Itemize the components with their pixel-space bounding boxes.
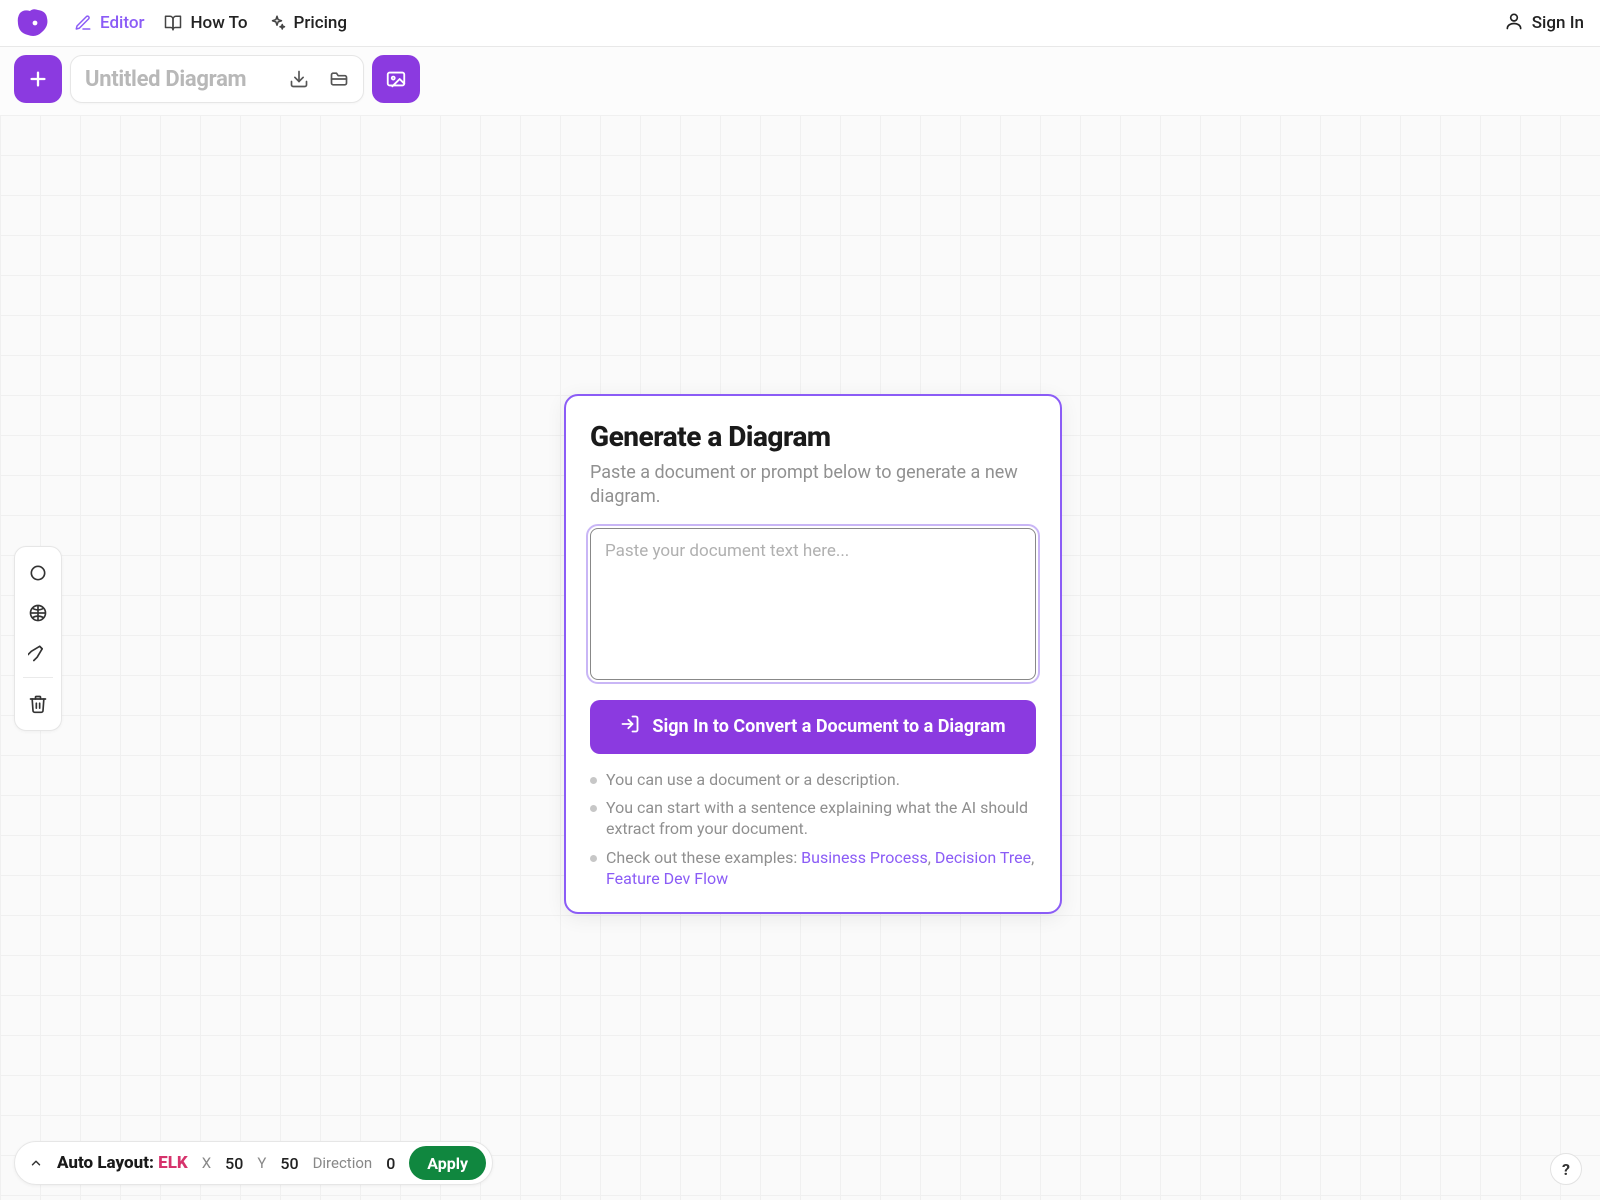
expand-autolayout[interactable] — [29, 1156, 43, 1170]
x-value[interactable]: 50 — [225, 1154, 243, 1173]
download-button[interactable] — [289, 69, 309, 89]
sub-toolbar: Untitled Diagram — [14, 55, 420, 103]
nav-howto[interactable]: How To — [164, 13, 247, 33]
document-textarea[interactable] — [590, 528, 1036, 680]
convert-signin-label: Sign In to Convert a Document to a Diagr… — [652, 716, 1005, 737]
panel-subtitle: Paste a document or prompt below to gene… — [590, 461, 1036, 510]
example-link-decision-tree[interactable]: Decision Tree — [935, 848, 1031, 867]
tip-item: You can start with a sentence explaining… — [590, 798, 1036, 840]
nav-howto-label: How To — [190, 13, 247, 33]
nav-pricing[interactable]: Pricing — [268, 13, 348, 33]
x-label: X — [202, 1154, 211, 1172]
nav-pricing-label: Pricing — [294, 13, 348, 33]
y-label: Y — [257, 1154, 266, 1172]
paint-tool[interactable] — [20, 635, 56, 671]
grid-icon — [28, 603, 48, 623]
generate-diagram-panel: Generate a Diagram Paste a document or p… — [564, 394, 1062, 914]
folder-icon — [329, 69, 349, 89]
direction-label: Direction — [313, 1154, 373, 1172]
example-link-business-process[interactable]: Business Process — [801, 848, 928, 867]
export-image-button[interactable] — [372, 55, 420, 103]
nav-signin[interactable]: Sign In — [1504, 11, 1584, 36]
divider — [23, 677, 53, 678]
grid-tool[interactable] — [20, 595, 56, 631]
example-link-feature-dev-flow[interactable]: Feature Dev Flow — [606, 869, 728, 888]
diagram-title[interactable]: Untitled Diagram — [85, 67, 275, 92]
logo[interactable] — [16, 8, 50, 38]
side-tool-strip — [14, 546, 62, 731]
help-button[interactable]: ? — [1550, 1153, 1582, 1185]
download-icon — [289, 69, 309, 89]
direction-value[interactable]: 0 — [386, 1154, 395, 1173]
tip-prefix: Check out these examples: — [606, 848, 801, 867]
book-icon — [164, 14, 182, 32]
shape-tool[interactable] — [20, 555, 56, 591]
nav-signin-label: Sign In — [1532, 13, 1584, 33]
panel-title: Generate a Diagram — [590, 420, 1036, 453]
autolayout-label: Auto Layout: — [57, 1153, 154, 1173]
image-icon — [385, 68, 407, 90]
enter-icon — [620, 714, 640, 739]
open-folder-button[interactable] — [329, 69, 349, 89]
tips-list: You can use a document or a description.… — [590, 770, 1036, 890]
nav-editor[interactable]: Editor — [74, 13, 144, 33]
plus-icon — [27, 68, 49, 90]
new-diagram-button[interactable] — [14, 55, 62, 103]
tip-item: You can use a document or a description. — [590, 770, 1036, 791]
paint-icon — [28, 643, 48, 663]
nav-links: Editor How To Pricing — [74, 13, 347, 33]
auto-layout-bar: Auto Layout: ELK X 50 Y 50 Direction 0 A… — [14, 1141, 493, 1185]
apply-button[interactable]: Apply — [409, 1146, 486, 1180]
delete-tool[interactable] — [20, 686, 56, 722]
user-icon — [1504, 11, 1524, 36]
pencil-icon — [74, 14, 92, 32]
convert-signin-button[interactable]: Sign In to Convert a Document to a Diagr… — [590, 700, 1036, 754]
y-value[interactable]: 50 — [280, 1154, 298, 1173]
logo-icon — [16, 8, 50, 38]
help-label: ? — [1562, 1160, 1570, 1179]
circle-icon — [28, 563, 48, 583]
diagram-title-card: Untitled Diagram — [70, 55, 364, 103]
sparkle-icon — [268, 14, 286, 32]
nav-editor-label: Editor — [100, 13, 144, 33]
autolayout-engine[interactable]: ELK — [158, 1153, 188, 1173]
tip-item: Check out these examples: Business Proce… — [590, 848, 1036, 890]
top-nav: Editor How To Pricing Sign In — [0, 0, 1600, 47]
apply-label: Apply — [427, 1154, 468, 1173]
trash-icon — [28, 694, 48, 714]
chevron-up-icon — [29, 1156, 43, 1170]
